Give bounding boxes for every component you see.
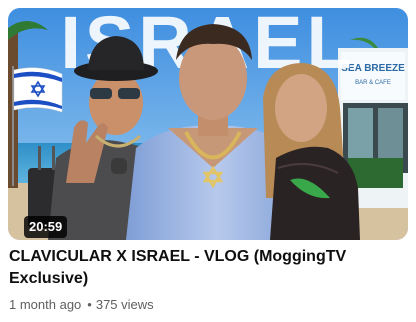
duration-badge: 20:59 (24, 216, 68, 238)
video-card[interactable]: SEA BREEZE BAR & CAFE ISRAEL (0, 0, 416, 322)
meta-separator: • (87, 297, 92, 312)
view-count: 375 views (95, 297, 154, 312)
video-thumbnail[interactable]: SEA BREEZE BAR & CAFE ISRAEL (8, 8, 408, 240)
video-metadata: 1 month ago • 375 views (9, 296, 154, 314)
sign-subtext: BAR & CAFE (355, 80, 391, 86)
upload-age: 1 month ago (9, 297, 82, 312)
video-title[interactable]: CLAVICULAR X ISRAEL - VLOG (MoggingTV Ex… (9, 246, 407, 290)
